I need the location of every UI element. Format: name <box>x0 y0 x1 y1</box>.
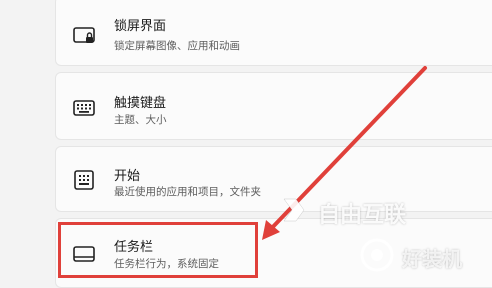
taskbar-icon <box>73 246 95 262</box>
settings-item-lock-screen[interactable]: 锁屏界面 锁定屏幕图像、应用和动画 <box>55 0 492 66</box>
start-menu-icon <box>74 170 94 190</box>
watermark-logo <box>360 238 394 272</box>
lock-screen-icon <box>73 27 95 43</box>
settings-item-title: 开始 <box>114 169 141 184</box>
settings-item-start[interactable]: 开始 最近使用的应用和项目，文件夹 <box>55 146 492 212</box>
settings-item-title: 锁屏界面 <box>114 19 167 34</box>
settings-item-subtitle: 锁定屏幕图像、应用和动画 <box>114 40 240 52</box>
settings-item-title: 任务栏 <box>114 240 154 255</box>
watermark-logo <box>282 195 312 225</box>
settings-item-subtitle: 任务栏行为，系统固定 <box>114 258 219 270</box>
watermark-text: 自由互联 <box>318 203 407 228</box>
settings-item-touch-keyboard[interactable]: 触摸键盘 主题、大小 <box>55 72 492 140</box>
settings-item-subtitle: 最近使用的应用和项目，文件夹 <box>114 186 261 198</box>
settings-item-title: 触摸键盘 <box>114 96 167 111</box>
watermark-text: 好装机 <box>402 247 462 271</box>
keyboard-icon <box>73 100 95 116</box>
settings-item-subtitle: 主题、大小 <box>114 114 167 126</box>
